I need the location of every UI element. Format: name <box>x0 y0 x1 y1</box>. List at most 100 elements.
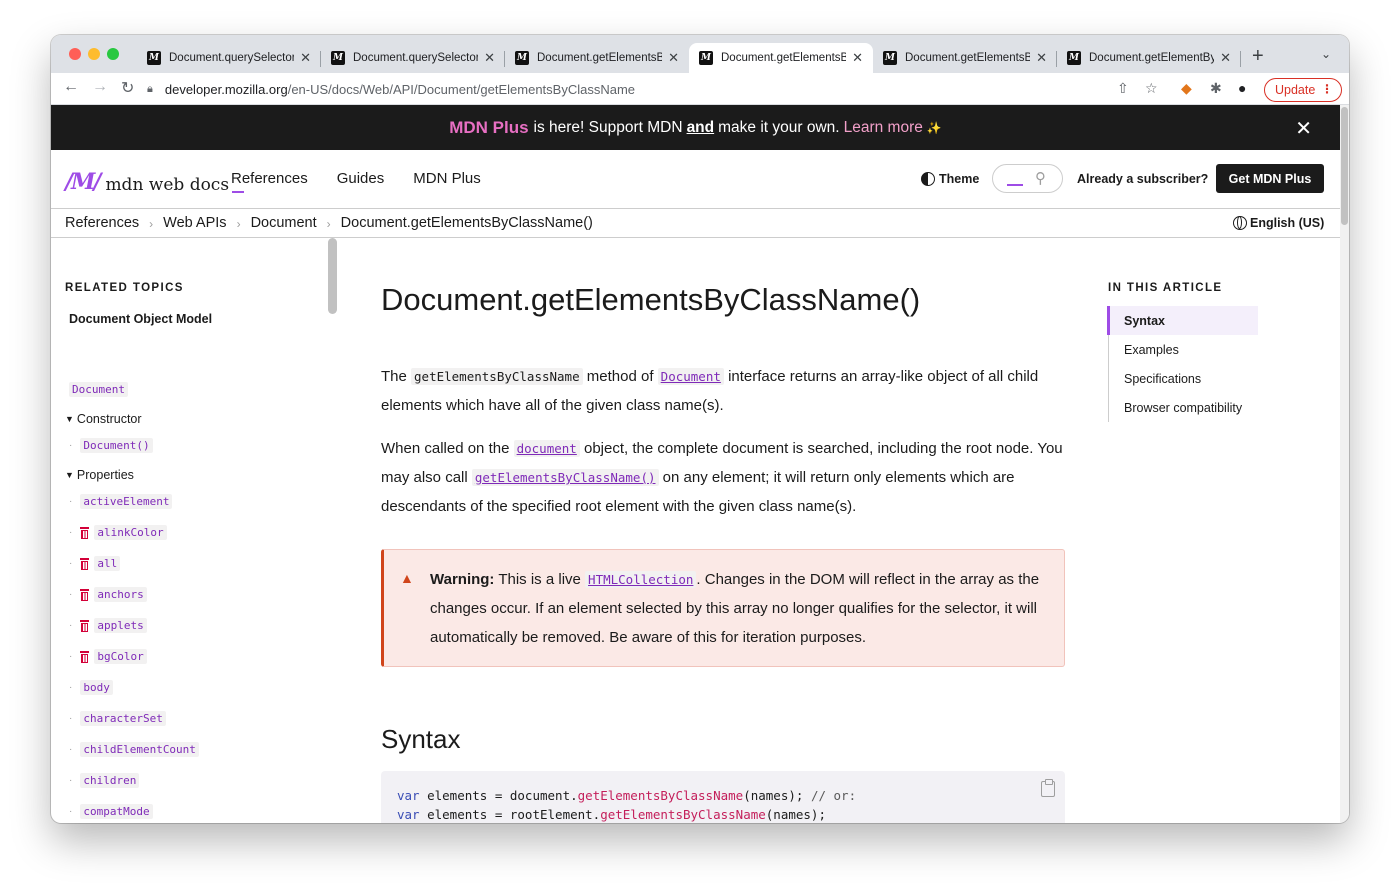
sidebar-link[interactable]: anchors <box>94 586 147 602</box>
nav-guides[interactable]: Guides <box>337 170 385 187</box>
element-getelementsbyclassname-link[interactable]: getElementsByClassName() <box>471 469 659 486</box>
tab-close-icon[interactable]: ✕ <box>1220 50 1231 66</box>
toc-item-specifications[interactable]: Specifications <box>1109 364 1258 393</box>
sidebar-link[interactable]: compatMode <box>80 803 153 819</box>
sidebar-item-activeelement[interactable]: · activeElement <box>69 491 173 511</box>
nav-references[interactable]: References <box>231 170 308 187</box>
deprecated-trash-icon <box>80 588 90 601</box>
nav-mdn-plus[interactable]: MDN Plus <box>413 170 481 187</box>
sidebar-link[interactable]: applets <box>94 617 147 633</box>
main-nav: References Guides MDN Plus <box>231 170 481 187</box>
toc-item-examples[interactable]: Examples <box>1109 335 1258 364</box>
reload-icon[interactable]: ↻ <box>121 78 134 98</box>
tab-queryselector[interactable]: M Document.querySelector() ✕ <box>137 43 321 73</box>
tab-close-icon[interactable]: ✕ <box>1036 50 1047 66</box>
document-link[interactable]: Document <box>657 368 724 385</box>
sidebar-item-applets[interactable]: · applets <box>69 615 147 635</box>
sidebar-item-all[interactable]: · all <box>69 553 121 573</box>
tab-close-icon[interactable]: ✕ <box>668 50 679 66</box>
forward-arrow-icon[interactable]: → <box>92 78 108 96</box>
sidebar-group-constructor[interactable]: ▼ Constructor <box>65 409 142 429</box>
breadcrumb-current[interactable]: Document.getElementsByClassName() <box>341 215 593 233</box>
details-paragraph: When called on the document object, the … <box>381 434 1066 521</box>
sidebar-item-compatmode[interactable]: · compatMode <box>69 801 153 821</box>
breadcrumb-references[interactable]: References <box>65 215 139 233</box>
search-icon[interactable]: ⚲ <box>1035 169 1046 187</box>
bullet: · <box>69 439 73 451</box>
breadcrumb-bar: References › Web APIs › Document › Docum… <box>51 209 1340 238</box>
close-banner-icon[interactable]: ✕ <box>1295 116 1312 141</box>
tab-close-icon[interactable]: ✕ <box>852 50 863 66</box>
sidebar-item-document-constructor[interactable]: · Document() <box>69 435 153 455</box>
sidebar-link[interactable]: Document <box>69 381 128 397</box>
sidebar-item-bgcolor[interactable]: · bgColor <box>69 646 147 666</box>
tab-getelementsbyname[interactable]: M Document.getElementsByName() ✕ <box>505 43 689 73</box>
sparkle-icon: ✨ <box>926 120 942 135</box>
update-button[interactable]: Update ⋮ <box>1264 78 1342 102</box>
bookmark-star-icon[interactable]: ☆ <box>1145 80 1158 97</box>
sidebar-link[interactable]: all <box>94 555 121 571</box>
text: method of <box>586 368 654 385</box>
tab-search-chevron-icon[interactable]: ⌄ <box>1321 47 1331 61</box>
page-scrollbar-thumb[interactable] <box>1341 107 1348 225</box>
bullet: · <box>69 588 73 600</box>
profile-avatar-icon[interactable]: ● <box>1238 80 1246 96</box>
close-window-button[interactable] <box>69 48 81 60</box>
share-icon[interactable]: ⇧ <box>1117 80 1129 97</box>
mdn-logo[interactable]: /M/ mdn web docs <box>65 169 245 195</box>
language-switcher[interactable]: English (US) <box>1233 216 1324 230</box>
sidebar-link[interactable]: characterSet <box>80 710 166 726</box>
tab-title: Document.getElementById() <box>1089 52 1215 64</box>
tab-getelementbyid[interactable]: M Document.getElementById() ✕ <box>1057 43 1241 73</box>
sidebar-link[interactable]: childElementCount <box>80 741 199 757</box>
page-scrollbar[interactable] <box>1340 105 1349 823</box>
sidebar-item-childelementcount[interactable]: · childElementCount <box>69 739 199 759</box>
theme-toggle[interactable]: Theme <box>921 172 979 186</box>
document-object-link[interactable]: document <box>513 440 580 457</box>
sidebar-link[interactable]: children <box>80 772 140 788</box>
sidebar-item-characterset[interactable]: · characterSet <box>69 708 166 728</box>
address-bar[interactable]: 🔒︎ developer.mozilla.org /en-US/docs/Web… <box>147 76 1167 102</box>
back-arrow-icon[interactable]: ← <box>63 78 79 96</box>
mdn-logo-mark-icon: /M/ <box>65 169 101 195</box>
sidebar-item-alinkcolor[interactable]: · alinkColor <box>69 522 167 542</box>
new-tab-button[interactable]: + <box>1252 45 1264 68</box>
copy-clipboard-icon[interactable] <box>1041 779 1055 797</box>
sidebar-group-label: Properties <box>76 468 134 482</box>
tab-close-icon[interactable]: ✕ <box>484 50 495 66</box>
tab-queryselectorall[interactable]: M Document.querySelectorAll() ✕ <box>321 43 505 73</box>
htmlcollection-link[interactable]: HTMLCollection <box>585 571 697 588</box>
sidebar-group-properties[interactable]: ▼ Properties <box>65 465 134 485</box>
lock-icon[interactable]: 🔒︎ <box>147 83 153 96</box>
triangle-down-icon: ▼ <box>65 414 74 424</box>
toc-item-browser-compatibility[interactable]: Browser compatibility <box>1109 393 1258 422</box>
breadcrumb-web-apis[interactable]: Web APIs <box>163 215 226 233</box>
bullet: · <box>69 712 73 724</box>
breadcrumb-document[interactable]: Document <box>251 215 317 233</box>
sidebar-link[interactable]: alinkColor <box>94 524 167 540</box>
sidebar-item-anchors[interactable]: · anchors <box>69 584 147 604</box>
tab-close-icon[interactable]: ✕ <box>300 50 311 66</box>
learn-more-link[interactable]: Learn more <box>844 119 923 137</box>
sidebar-scrollbar-thumb[interactable] <box>328 238 337 314</box>
get-mdn-plus-button[interactable]: Get MDN Plus <box>1216 164 1324 193</box>
search-input[interactable]: ⚲ <box>992 164 1063 193</box>
sidebar-section-title[interactable]: Document Object Model <box>69 312 212 326</box>
sidebar-item-document[interactable]: Document <box>69 379 128 399</box>
metamask-extension-icon[interactable]: ◆ <box>1181 80 1192 97</box>
sidebar-link[interactable]: body <box>80 679 113 695</box>
syntax-code-block[interactable]: var elements = document.getElementsByCla… <box>381 771 1065 823</box>
sidebar-item-body[interactable]: · body <box>69 677 113 697</box>
subscriber-login-link[interactable]: Already a subscriber? <box>1077 172 1208 186</box>
sidebar-link[interactable]: bgColor <box>94 648 147 664</box>
extensions-puzzle-icon[interactable]: ✱ <box>1210 80 1222 97</box>
toc-item-syntax[interactable]: Syntax <box>1107 306 1258 335</box>
minimize-window-button[interactable] <box>88 48 100 60</box>
sidebar-item-children[interactable]: · children <box>69 770 140 790</box>
sidebar-link[interactable]: activeElement <box>80 493 173 509</box>
tab-getelementsbytagname[interactable]: M Document.getElementsByTagName() ✕ <box>873 43 1057 73</box>
warning-callout: ▲ Warning: This is a live HTMLCollection… <box>381 549 1065 667</box>
tab-getelementsbyclassname[interactable]: M Document.getElementsByClassName() ✕ <box>689 43 873 73</box>
sidebar-link[interactable]: Document() <box>80 437 153 453</box>
maximize-window-button[interactable] <box>107 48 119 60</box>
